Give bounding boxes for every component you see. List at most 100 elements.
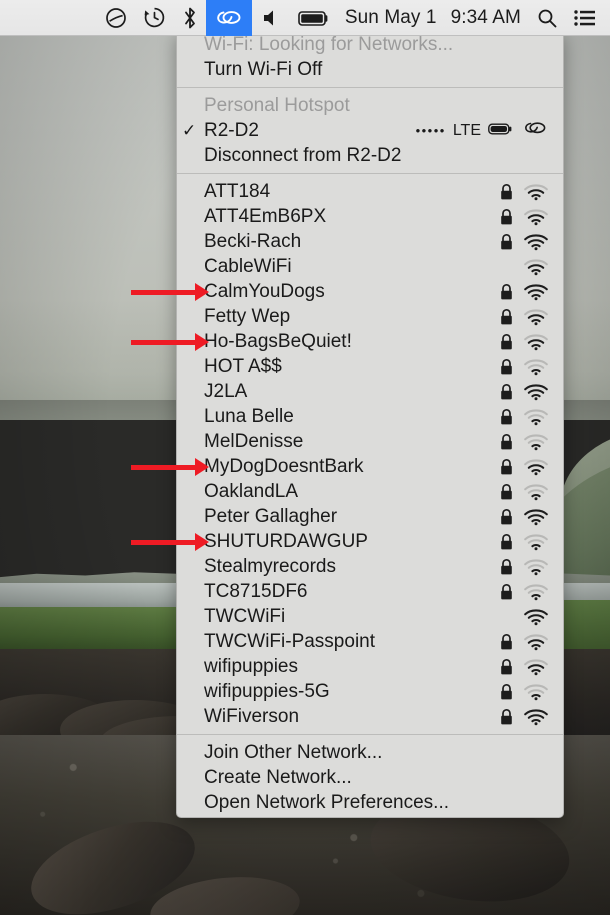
hotspot-network-item[interactable]: ✓ R2-D2 ••••• LTE (177, 118, 563, 143)
bluetooth-icon[interactable] (174, 0, 206, 36)
wifi-signal-icon (523, 207, 549, 226)
network-action-item[interactable]: Join Other Network... (177, 740, 563, 765)
network-item[interactable]: J2LA (177, 379, 563, 404)
wifi-signal-icon (523, 482, 549, 501)
network-action-item[interactable]: Open Network Preferences... (177, 790, 563, 815)
network-name: Stealmyrecords (204, 555, 336, 577)
network-list: ATT184 ATT4EmB6PX Becki-Rach CableWiFi CalmY… (177, 177, 563, 731)
network-item[interactable]: Luna Belle (177, 404, 563, 429)
network-item[interactable]: Stealmyrecords (177, 554, 563, 579)
battery-icon[interactable] (290, 0, 338, 36)
wifi-signal-icon (523, 557, 549, 576)
network-item[interactable]: Fetty Wep (177, 304, 563, 329)
network-status-icons (498, 457, 549, 476)
network-name: MelDenisse (204, 430, 304, 452)
personal-hotspot-section: Personal Hotspot ✓ R2-D2 ••••• LTE Disco… (177, 91, 563, 170)
network-name: TC8715DF6 (204, 580, 308, 602)
notification-center-icon[interactable] (566, 0, 610, 36)
lock-icon (498, 707, 514, 726)
network-status-icons (498, 657, 549, 676)
hotspot-network-name: R2-D2 (204, 119, 259, 141)
menu-bar-clock[interactable]: 9:34 AM (444, 0, 528, 36)
network-status-icons (498, 707, 549, 726)
network-status-icons (498, 482, 549, 501)
network-item[interactable]: Becki-Rach (177, 229, 563, 254)
hotspot-status-group: ••••• LTE (416, 118, 549, 144)
network-item[interactable]: CableWiFi (177, 254, 563, 279)
network-name: ATT4EmB6PX (204, 205, 327, 227)
network-status-icons (498, 207, 549, 226)
network-actions-section: Join Other Network... Create Network... Op… (177, 738, 563, 817)
lock-icon (498, 357, 514, 376)
lock-icon (498, 182, 514, 201)
do-not-disturb-icon[interactable] (97, 0, 135, 36)
network-action-label: Create Network... (204, 766, 352, 788)
lock-icon (498, 457, 514, 476)
lock-icon (498, 482, 514, 501)
network-item[interactable]: TWCWiFi-Passpoint (177, 629, 563, 654)
network-status-icons (498, 257, 549, 276)
wifi-signal-icon (523, 282, 549, 301)
annotation-arrow (131, 332, 209, 351)
network-name: J2LA (204, 380, 248, 402)
wifi-status-label: Wi-Fi: Looking for Networks... (204, 33, 454, 55)
network-name: Luna Belle (204, 405, 294, 427)
lock-icon (498, 382, 514, 401)
network-name: ATT184 (204, 180, 271, 202)
lock-icon-empty (498, 607, 514, 626)
wifi-signal-icon (523, 657, 549, 676)
network-item[interactable]: OaklandLA (177, 479, 563, 504)
network-name: wifipuppies-5G (204, 680, 330, 702)
network-item[interactable]: SHUTURDAWGUP (177, 529, 563, 554)
network-name: Fetty Wep (204, 305, 291, 327)
network-item[interactable]: TC8715DF6 (177, 579, 563, 604)
lock-icon-empty (498, 257, 514, 276)
network-item[interactable]: ATT184 (177, 179, 563, 204)
network-item[interactable]: wifipuppies-5G (177, 679, 563, 704)
wifi-signal-icon (523, 457, 549, 476)
disconnect-item[interactable]: Disconnect from R2-D2 (177, 143, 563, 168)
personal-hotspot-header: Personal Hotspot (177, 93, 563, 118)
network-item[interactable]: TWCWiFi (177, 604, 563, 629)
network-name: HOT A$$ (204, 355, 282, 377)
lock-icon (498, 507, 514, 526)
network-status-icons (498, 507, 549, 526)
network-item[interactable]: WiFiverson (177, 704, 563, 729)
network-status-icons (498, 357, 549, 376)
annotation-arrow (131, 457, 209, 476)
network-item[interactable]: CalmYouDogs (177, 279, 563, 304)
network-item[interactable]: Ho-BagsBeQuiet! (177, 329, 563, 354)
wifi-signal-icon (523, 307, 549, 326)
network-item[interactable]: HOT A$$ (177, 354, 563, 379)
menu-bar-date[interactable]: Sun May 1 (338, 0, 444, 36)
battery-icon (488, 120, 514, 142)
annotation-arrow (131, 282, 209, 301)
wifi-signal-icon (523, 332, 549, 351)
wifi-signal-icon (523, 232, 549, 251)
network-name: OaklandLA (204, 480, 299, 502)
wifi-signal-icon (523, 507, 549, 526)
turn-wifi-off-item[interactable]: Turn Wi-Fi Off (177, 57, 563, 82)
lock-icon (498, 232, 514, 251)
network-action-label: Join Other Network... (204, 741, 383, 763)
network-action-item[interactable]: Create Network... (177, 765, 563, 790)
network-status-icons (498, 557, 549, 576)
lock-icon (498, 332, 514, 351)
network-name: SHUTURDAWGUP (204, 530, 368, 552)
network-item[interactable]: wifipuppies (177, 654, 563, 679)
network-name: CalmYouDogs (204, 280, 325, 302)
wifi-dropdown-menu: Wi-Fi: Looking for Networks... Turn Wi-F… (176, 29, 564, 818)
network-item[interactable]: MelDenisse (177, 429, 563, 454)
network-item[interactable]: MyDogDoesntBark (177, 454, 563, 479)
volume-icon[interactable] (252, 0, 290, 36)
network-name: wifipuppies (204, 655, 298, 677)
wifi-menu-bar-icon[interactable] (205, 0, 252, 36)
lock-icon (498, 432, 514, 451)
time-machine-icon[interactable] (135, 0, 174, 36)
network-item[interactable]: Peter Gallagher (177, 504, 563, 529)
network-item[interactable]: ATT4EmB6PX (177, 204, 563, 229)
lock-icon (498, 407, 514, 426)
network-name: TWCWiFi-Passpoint (204, 630, 376, 652)
search-icon[interactable] (528, 0, 566, 36)
wifi-signal-icon (523, 607, 549, 626)
